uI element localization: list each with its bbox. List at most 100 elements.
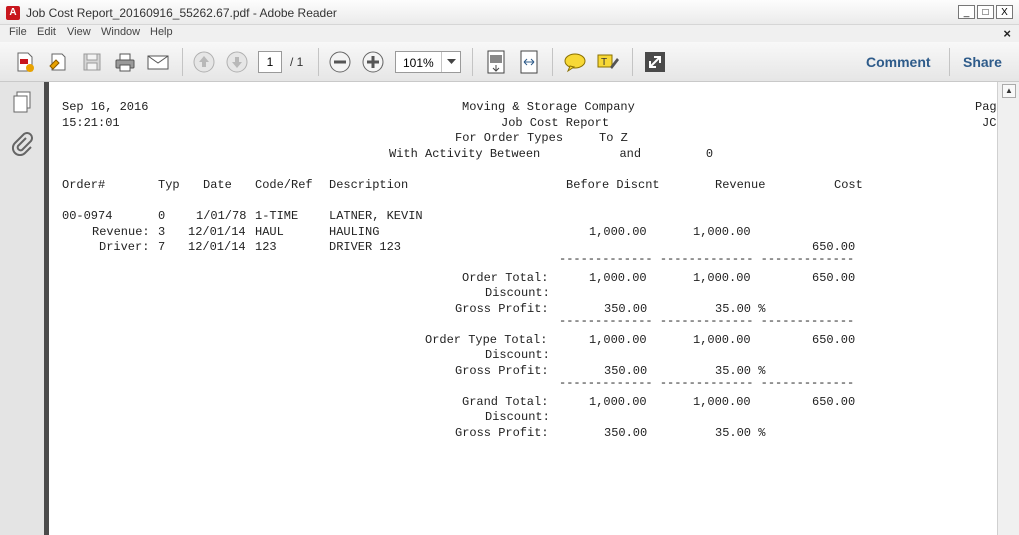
order-type-discount-label: Discount:	[485, 348, 550, 362]
close-button[interactable]: X	[996, 5, 1013, 19]
adobe-reader-icon: A	[6, 6, 20, 20]
order-total-label: Order Total:	[462, 271, 549, 285]
column-header-code-ref: Code/Ref	[255, 178, 313, 192]
fullscreen-icon[interactable]	[643, 50, 667, 74]
toolbar: 1 / 1 101% T Comment Share	[0, 42, 1019, 82]
zoom-level-select[interactable]: 101%	[395, 51, 461, 73]
column-header-cost: Cost	[834, 178, 863, 192]
order-date: 1/01/78	[196, 209, 247, 223]
grand-gross-profit-label: Gross Profit:	[455, 426, 549, 440]
line-label: Driver:	[99, 240, 150, 254]
chevron-down-icon[interactable]	[441, 52, 460, 72]
scroll-up-icon[interactable]: ▲	[1002, 84, 1016, 98]
highlight-icon[interactable]: T	[596, 50, 620, 74]
grand-gross-profit-amount: 350.00	[604, 426, 648, 440]
line-description: HAULING	[329, 225, 380, 239]
menu-help[interactable]: Help	[150, 26, 173, 38]
line-label: Revenue:	[92, 225, 150, 239]
order-number: 00-0974	[62, 209, 113, 223]
report-title: Job Cost Report	[501, 116, 610, 130]
sign-icon[interactable]	[46, 50, 70, 74]
toolbar-separator	[552, 48, 553, 76]
total-rule: ------------- ------------- ------------…	[559, 252, 855, 266]
document-close-button[interactable]: ×	[1003, 26, 1011, 41]
line-before-discnt: 1,000.00	[589, 225, 647, 239]
total-rule: ------------- ------------- ------------…	[559, 314, 855, 328]
line-typ: 3	[158, 225, 166, 239]
pdf-page: Sep 16, 2016 15:21:01 Moving & Storage C…	[49, 82, 997, 535]
order-description: LATNER, KEVIN	[329, 209, 423, 223]
order-gross-profit-label: Gross Profit:	[455, 302, 549, 316]
zoom-out-icon[interactable]	[328, 50, 352, 74]
vertical-scrollbar[interactable]: ▲	[997, 82, 1019, 535]
order-discount-label: Discount:	[485, 286, 550, 300]
report-time: 15:21:01	[62, 116, 120, 130]
print-icon[interactable]	[113, 50, 137, 74]
window-title: Job Cost Report_20160916_55262.67.pdf - …	[26, 6, 337, 20]
order-type-total-label: Order Type Total:	[425, 333, 548, 347]
grand-total-label: Grand Total:	[462, 395, 549, 409]
grand-gross-profit-percent: 35.00 %	[715, 426, 766, 440]
line-revenue: 1,000.00	[693, 225, 751, 239]
column-header-date: Date	[203, 178, 232, 192]
menu-bar: File Edit View Window Help ×	[0, 25, 1019, 42]
toolbar-separator	[949, 48, 950, 76]
zoom-in-icon[interactable]	[361, 50, 385, 74]
toolbar-separator	[632, 48, 633, 76]
company-name: Moving & Storage Company	[462, 100, 635, 114]
menu-file[interactable]: File	[9, 26, 27, 38]
toolbar-separator	[318, 48, 319, 76]
order-total-cost: 650.00	[812, 271, 856, 285]
svg-text:T: T	[601, 57, 607, 68]
total-rule: ------------- ------------- ------------…	[559, 376, 855, 390]
column-header-typ: Typ	[158, 178, 180, 192]
line-code: 123	[255, 240, 277, 254]
share-pane-button[interactable]: Share	[963, 54, 1002, 70]
report-date: Sep 16, 2016	[62, 100, 149, 114]
comment-pane-button[interactable]: Comment	[866, 54, 931, 70]
line-typ: 7	[158, 240, 166, 254]
column-header-before-discnt: Before Discnt	[566, 178, 660, 192]
minimize-button[interactable]: _	[958, 5, 975, 19]
column-header-order: Order#	[62, 178, 106, 192]
page-number-input[interactable]: 1	[258, 51, 282, 73]
line-code: HAUL	[255, 225, 284, 239]
zoom-level-value: 101%	[403, 56, 434, 70]
comment-icon[interactable]	[563, 50, 587, 74]
order-type-gross-profit-label: Gross Profit:	[455, 364, 549, 378]
save-icon[interactable]	[80, 50, 104, 74]
menu-view[interactable]: View	[67, 26, 91, 38]
maximize-button[interactable]: □	[977, 5, 994, 19]
attachment-icon[interactable]	[10, 132, 34, 156]
fit-width-icon[interactable]	[517, 50, 541, 74]
prev-page-icon[interactable]	[192, 50, 216, 74]
column-header-description: Description	[329, 178, 409, 192]
column-header-revenue: Revenue	[715, 178, 766, 192]
grand-total-before-discnt: 1,000.00	[589, 395, 647, 409]
grand-total-revenue: 1,000.00	[693, 395, 751, 409]
title-bar: A Job Cost Report_20160916_55262.67.pdf …	[0, 0, 1019, 25]
toolbar-separator	[182, 48, 183, 76]
order-total-before-discnt: 1,000.00	[589, 271, 647, 285]
create-pdf-icon[interactable]	[13, 50, 37, 74]
next-page-icon[interactable]	[225, 50, 249, 74]
document-view[interactable]: Sep 16, 2016 15:21:01 Moving & Storage C…	[49, 82, 997, 535]
toolbar-separator	[472, 48, 473, 76]
window-controls: _ □ X	[958, 5, 1013, 19]
line-date: 12/01/14	[188, 240, 246, 254]
order-type-total-before-discnt: 1,000.00	[589, 333, 647, 347]
order-type-total-revenue: 1,000.00	[693, 333, 751, 347]
pages-icon[interactable]	[10, 90, 34, 114]
menu-window[interactable]: Window	[101, 26, 140, 38]
fit-page-icon[interactable]	[484, 50, 508, 74]
menu-edit[interactable]: Edit	[37, 26, 56, 38]
email-icon[interactable]	[146, 50, 170, 74]
grand-total-cost: 650.00	[812, 395, 856, 409]
report-code: JC	[982, 116, 997, 130]
grand-discount-label: Discount:	[485, 410, 550, 424]
order-type-total-cost: 650.00	[812, 333, 856, 347]
order-types-filter: For Order Types To Z	[455, 131, 628, 145]
page-total: / 1	[290, 55, 304, 69]
order-total-revenue: 1,000.00	[693, 271, 751, 285]
order-typ: 0	[158, 209, 166, 223]
